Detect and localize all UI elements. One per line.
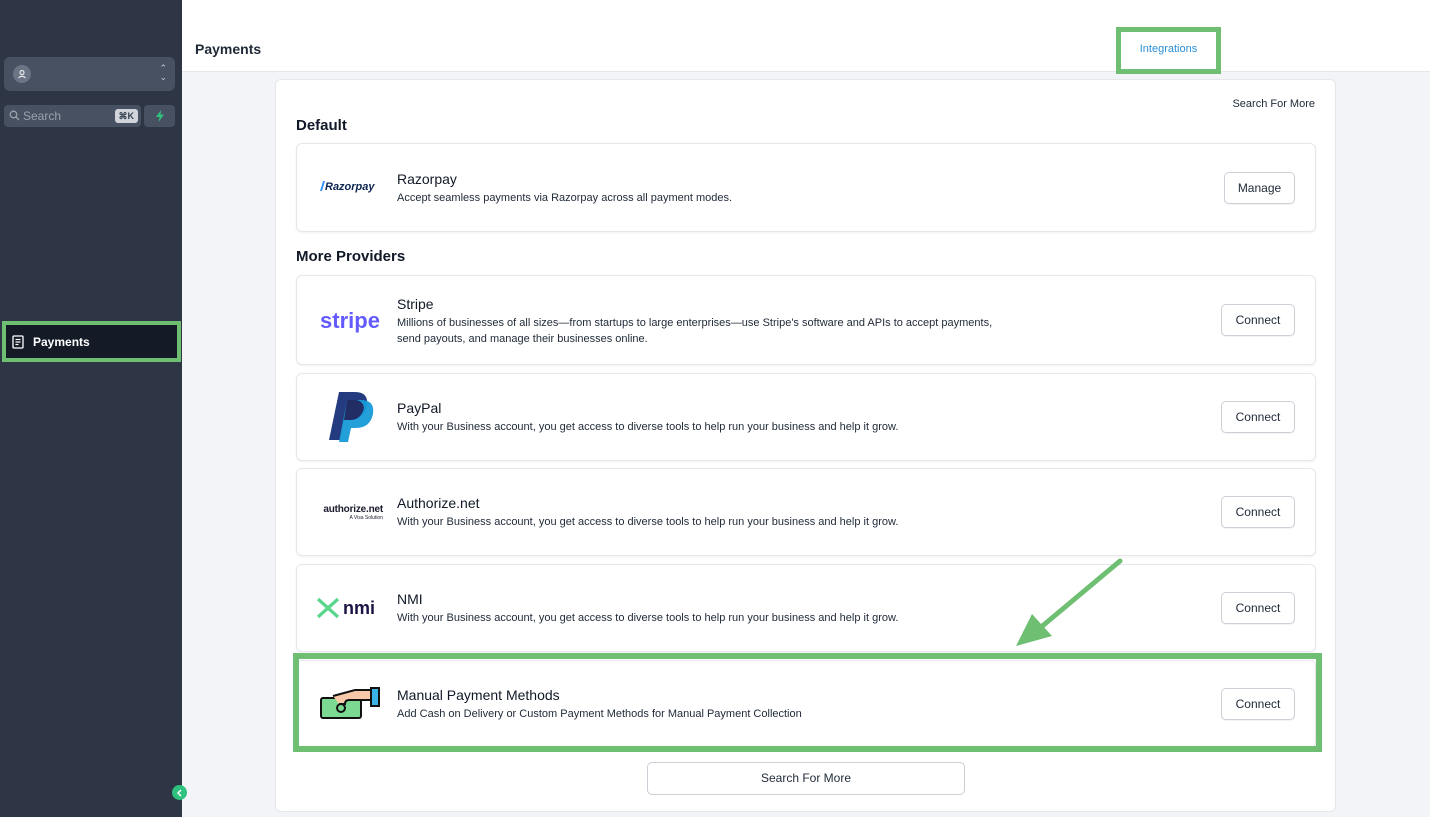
provider-description: Millions of businesses of all sizes—from… [397,317,993,345]
manual-payment-highlight [293,653,1322,752]
provider-name: Razorpay [397,171,457,187]
search-for-more-button[interactable]: Search For More [647,762,965,795]
search-shortcut-badge: ⌘K [114,109,138,123]
provider-name: PayPal [397,400,442,416]
provider-description: With your Business account, you get acce… [397,516,899,528]
search-placeholder: Search [23,109,62,123]
sidebar-item-payments-inner[interactable]: Payments [6,325,177,358]
sidebar-item-payments[interactable]: Payments [2,321,181,362]
sidebar: ⌃ ⌄ Search ⌘K Payments [0,0,187,817]
nmi-logo: nmi [315,595,385,621]
tab-integrations-highlight: Integrations [1116,27,1221,74]
authorize-net-logo: authorize.net A Visa Solution [315,501,383,523]
provider-description: Accept seamless payments via Razorpay ac… [397,192,733,204]
paypal-logo [315,388,385,444]
lightning-bolt-icon [155,110,164,122]
provider-name: Authorize.net [397,495,480,511]
provider-card-paypal: PayPal With your Business account, you g… [296,373,1316,461]
account-switcher[interactable]: ⌃ ⌄ [4,57,175,91]
provider-card-nmi: nmi NMI With your Business account, you … [296,564,1316,652]
provider-name: Stripe [397,296,434,312]
stripe-logo: stripe [315,306,385,336]
page-background [1336,72,1430,817]
quick-actions-button[interactable] [144,105,175,127]
provider-card-razorpay: Razorpay Razorpay Accept seamless paymen… [296,143,1316,232]
razorpay-wordmark: Razorpay [325,181,375,193]
tab-integrations[interactable]: Integrations [1121,43,1216,55]
provider-card-authorize-net: authorize.net A Visa Solution Authorize.… [296,468,1316,556]
stripe-wordmark: stripe [320,308,380,333]
annotation-arrow-icon [1016,558,1123,646]
sidebar-item-label: Payments [33,334,90,349]
search-icon [9,110,20,121]
razorpay-logo: Razorpay [315,174,385,198]
receipt-icon [12,334,24,349]
connect-button[interactable]: Connect [1221,304,1295,336]
section-title-default: Default [296,117,347,134]
manage-button[interactable]: Manage [1224,172,1295,204]
provider-card-stripe: stripe Stripe Millions of businesses of … [296,275,1316,365]
section-title-more-providers: More Providers [296,248,406,265]
top-header: Payments Integrations [182,0,1430,74]
user-avatar-icon [13,65,31,83]
chevron-left-icon [176,788,182,797]
connect-button[interactable]: Connect [1221,592,1295,624]
collapse-sidebar-button[interactable] [172,785,187,800]
provider-name: NMI [397,591,423,607]
chevron-up-down-icon: ⌃ ⌄ [159,63,167,82]
provider-description: With your Business account, you get acce… [397,421,899,433]
connect-button[interactable]: Connect [1221,401,1295,433]
sidebar-search[interactable]: Search ⌘K [4,105,141,127]
page-title: Payments [195,41,262,57]
authorize-net-tagline: A Visa Solution [349,514,383,521]
connect-button[interactable]: Connect [1221,496,1295,528]
authorize-net-wordmark: authorize.net [323,503,383,515]
provider-description: With your Business account, you get acce… [397,612,899,624]
search-for-more-link[interactable]: Search For More [1232,98,1315,110]
nmi-wordmark: nmi [343,598,375,618]
